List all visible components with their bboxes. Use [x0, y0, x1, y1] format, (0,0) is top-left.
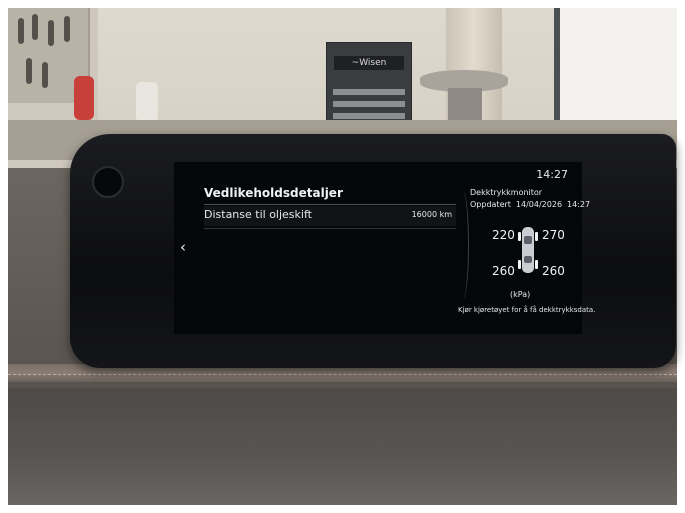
tire-pressure-panel: Dekktrykkmonitor Oppdatert 14/04/2026 14:2…: [458, 188, 595, 318]
chevron-left-icon[interactable]: ‹: [180, 240, 186, 255]
garage-window: [554, 8, 677, 138]
tpms-updated-time: 14:27: [567, 200, 591, 209]
hanging-tool: [48, 20, 54, 46]
tire-front-right-pressure: 270: [542, 228, 565, 242]
spray-bottle: [136, 82, 158, 122]
list-item-value: 16000 km: [411, 210, 452, 219]
camera-sensor-icon: [92, 166, 124, 198]
title-divider: [204, 204, 456, 205]
row-divider: [204, 228, 456, 229]
dashboard-stitching: [8, 374, 677, 375]
tire-front-left-pressure: 220: [492, 228, 515, 242]
tpms-updated-label: Oppdatert: [470, 200, 511, 209]
hanging-tool: [42, 62, 48, 88]
red-tool: [74, 76, 94, 120]
car-top-view-icon: [518, 227, 538, 273]
hanging-tool: [18, 18, 24, 44]
dashboard-lower: [8, 388, 677, 505]
toolbox-drawer: [333, 101, 405, 107]
maintenance-panel: Vedlikeholdsdetaljer Distanse til oljesk…: [204, 186, 456, 306]
tpms-note: Kjør kjøretøyet for å få dekktrykksdata.: [458, 306, 596, 314]
toolbox-drawer: [333, 113, 405, 119]
hanging-tool: [64, 16, 70, 42]
tpms-unit: (kPa): [510, 290, 531, 299]
toolbox-label: ~Wisen: [334, 56, 404, 70]
list-item-label: Distanse til oljeskift: [204, 208, 312, 221]
tpms-updated-date: 14/04/2026: [515, 200, 563, 209]
tire-rear-left-pressure: 260: [492, 264, 515, 278]
clock: 14:27: [536, 168, 568, 181]
tire-rear-right-pressure: 260: [542, 264, 565, 278]
infotainment-screen[interactable]: 14:27 ‹ Vedlikeholdsdetaljer Distanse ti…: [174, 162, 595, 334]
tpms-title: Dekktrykkmonitor: [470, 188, 543, 197]
page-title: Vedlikeholdsdetaljer: [204, 186, 343, 200]
toolbox-drawer: [333, 89, 405, 95]
tpms-updated: Oppdatert 14/04/2026 14:27: [470, 200, 595, 209]
hanging-tool: [26, 58, 32, 84]
hanging-tool: [32, 14, 38, 40]
list-item-oil-change[interactable]: Distanse til oljeskift 16000 km: [204, 206, 456, 226]
